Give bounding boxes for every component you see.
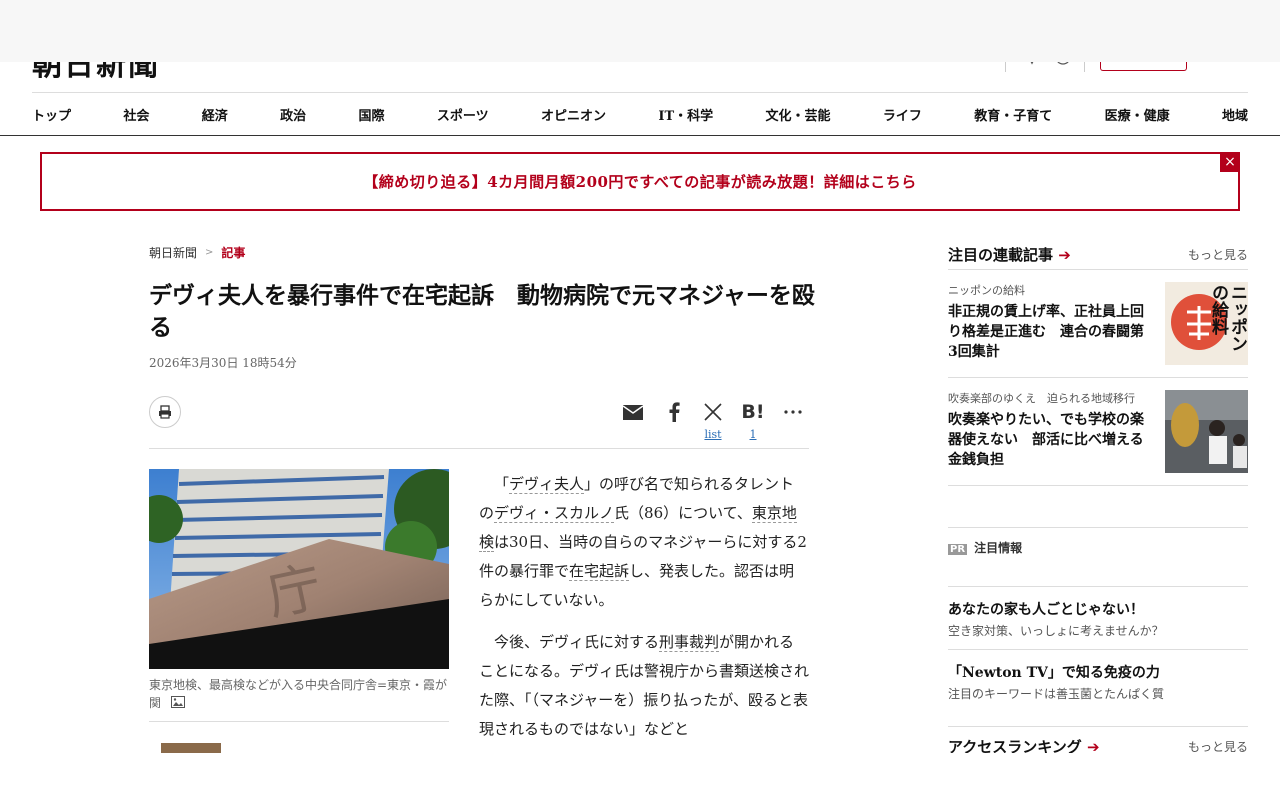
nav-item-culture[interactable]: 文化・芸能 (765, 105, 830, 124)
nav-bottom-border (0, 135, 1280, 136)
series-label: 吹奏楽部のゆくえ 迫られる地域移行 (948, 392, 1135, 405)
series-article-title[interactable]: 吹奏楽やりたい、でも学校の楽器使えない 部活に比べ増える金銭負担 (948, 410, 1153, 470)
more-icon[interactable] (779, 398, 807, 426)
caption-divider (149, 721, 449, 722)
image-expand-icon[interactable] (170, 695, 185, 713)
share-divider (149, 448, 809, 449)
hatena-share-count[interactable]: 1 (739, 428, 767, 441)
series-section: 注目の連載記事 ➔ もっと見る ニッポンの給料 非正規の賃上げ率、正社員上回り格… (948, 240, 1248, 486)
article-photo[interactable]: 庁 (149, 469, 449, 669)
nav-item-society[interactable]: 社会 (123, 105, 149, 124)
keyword-link[interactable]: デヴィ夫人 (509, 475, 585, 494)
ranking-more-link[interactable]: もっと見る (1188, 738, 1248, 755)
article-paragraph: 「デヴィ夫人」の呼び名で知られるタレントのデヴィ・スカルノ氏（86）について、東… (479, 475, 807, 609)
series-thumb-label: ニッポンの給料 (1208, 284, 1247, 352)
keyword-link[interactable]: デヴィ・スカルノ (494, 504, 615, 523)
pr-item-subtitle[interactable]: 空き家対策、いっしょに考えませんか？ (948, 622, 1248, 639)
series-label: ニッポンの給料 (948, 284, 1025, 297)
hatena-bookmark-icon[interactable]: B! (739, 398, 767, 426)
series-thumbnail[interactable]: ニッポンの給料 (1165, 282, 1248, 365)
page-bottom-area (0, 753, 1280, 800)
pr-item-title[interactable]: 「Newton TV」で知る免疫の力 (948, 662, 1248, 682)
nav-item-sports[interactable]: スポーツ (437, 105, 489, 124)
series-more-link[interactable]: もっと見る (1188, 246, 1248, 263)
pr-badge: PR (948, 544, 968, 555)
pr-divider (948, 649, 1248, 650)
article-headline: デヴィ夫人を暴行事件で在宅起訴 動物病院で元マネジャーを殴る (149, 282, 815, 341)
printer-icon (159, 405, 171, 419)
nav-item-opinion[interactable]: オピニオン (541, 105, 606, 124)
subscription-banner[interactable]: 【締め切り迫る】4カ月間月額200円ですべての記事が読み放題！詳細はこちら × (40, 152, 1240, 211)
arrow-right-icon: ➔ (1058, 246, 1071, 264)
nav-item-region[interactable]: 地域 (1222, 105, 1248, 124)
banner-text[interactable]: 【締め切り迫る】4カ月間月額200円ですべての記事が読み放題！詳細はこちら (363, 171, 917, 192)
facebook-icon[interactable] (660, 398, 688, 426)
series-article-title[interactable]: 非正規の賃上げ率、正社員上回り格差是正進む 連合の春闘第3回集計 (948, 302, 1153, 362)
header-divider (1084, 62, 1085, 72)
pr-item-title[interactable]: あなたの家も人ごとじゃない！ (948, 599, 1248, 619)
x-share-count[interactable]: list (699, 428, 727, 441)
pr-section-header: PR 注目情報 (948, 527, 1248, 587)
breadcrumb: 朝日新聞 > 記事 (149, 244, 245, 261)
article-paragraph: 今後、デヴィ氏に対する刑事裁判が開かれることになる。デヴィ氏は警視庁から書類送検… (479, 633, 810, 738)
article-body: 「デヴィ夫人」の呼び名で知られるタレントのデヴィ・スカルノ氏（86）について、東… (479, 470, 809, 757)
keyword-link[interactable]: 刑事裁判 (659, 633, 720, 652)
breadcrumb-separator: > (205, 247, 214, 258)
series-item[interactable]: 吹奏楽部のゆくえ 迫られる地域移行 吹奏楽やりたい、でも学校の楽器使えない 部活… (948, 378, 1248, 486)
mail-icon[interactable] (619, 398, 647, 426)
breadcrumb-current: 記事 (221, 246, 246, 260)
close-icon[interactable]: × (1220, 152, 1240, 172)
series-thumbnail[interactable] (1165, 390, 1248, 473)
breadcrumb-home[interactable]: 朝日新聞 (149, 244, 197, 261)
related-thumbnail[interactable] (161, 743, 221, 753)
series-title[interactable]: 注目の連載記事 ➔ (948, 244, 1071, 265)
photo-caption: 東京地検、最高検などが入る中央合同庁舎=東京・霞が関 (149, 676, 449, 713)
pr-item[interactable]: 「Newton TV」で知る免疫の力 注目のキーワードは善玉菌とたんぱく質 (948, 662, 1248, 702)
article-timestamp: 2026年3月30日 18時54分 (149, 356, 297, 370)
series-item[interactable]: ニッポンの給料 非正規の賃上げ率、正社員上回り格差是正進む 連合の春闘第3回集計… (948, 270, 1248, 378)
pr-item-subtitle[interactable]: 注目のキーワードは善玉菌とたんぱく質 (948, 685, 1248, 702)
category-nav: トップ 社会 経済 政治 国際 スポーツ オピニオン IT・科学 文化・芸能 ラ… (32, 92, 1248, 136)
nav-item-it-science[interactable]: IT・科学 (658, 105, 713, 124)
pr-item[interactable]: あなたの家も人ごとじゃない！ 空き家対策、いっしょに考えませんか？ (948, 599, 1248, 639)
nav-item-top[interactable]: トップ (32, 105, 71, 124)
header-divider (1005, 62, 1006, 72)
nav-item-international[interactable]: 国際 (359, 105, 385, 124)
pr-section-title: 注目情報 (974, 541, 1023, 555)
nav-item-politics[interactable]: 政治 (280, 105, 306, 124)
x-icon[interactable] (699, 398, 727, 426)
nav-item-life[interactable]: ライフ (883, 105, 922, 124)
browser-top-area (0, 0, 1280, 62)
nav-item-education[interactable]: 教育・子育て (974, 105, 1052, 124)
print-button[interactable] (149, 396, 181, 428)
keyword-link[interactable]: 在宅起訴 (569, 562, 630, 581)
nav-item-health[interactable]: 医療・健康 (1105, 105, 1170, 124)
nav-item-economy[interactable]: 経済 (202, 105, 228, 124)
